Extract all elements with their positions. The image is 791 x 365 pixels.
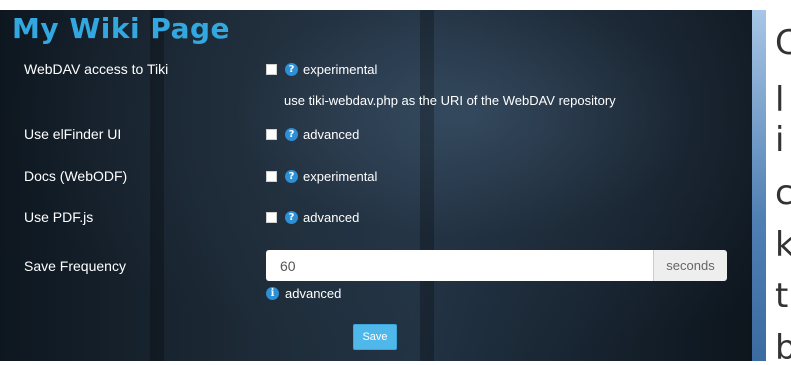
side-text-char: l <box>775 83 785 117</box>
elfinder-tag: advanced <box>303 127 360 142</box>
page-title: My Wiki Page <box>12 12 231 45</box>
side-text-char: k <box>775 228 791 262</box>
save-frequency-input[interactable] <box>266 250 653 281</box>
side-text-char: t <box>775 279 789 313</box>
docs-checkbox[interactable] <box>266 171 277 182</box>
help-icon[interactable]: ? <box>285 211 298 224</box>
help-icon[interactable]: ? <box>285 170 298 183</box>
save-button[interactable]: Save <box>353 324 397 350</box>
side-text-char: C <box>775 26 791 60</box>
seconds-addon: seconds <box>653 250 727 281</box>
webdav-label: WebDAV access to Tiki <box>24 61 169 77</box>
side-text-char: b <box>775 331 791 365</box>
save-frequency-group: seconds <box>266 250 727 281</box>
webdav-checkbox[interactable] <box>266 64 277 75</box>
elfinder-label: Use elFinder UI <box>24 126 122 142</box>
pdfjs-label: Use PDF.js <box>24 209 94 225</box>
side-text-char: c <box>775 176 791 210</box>
docs-tag: experimental <box>303 169 378 184</box>
elfinder-option: ? advanced <box>266 127 359 142</box>
pdfjs-tag: advanced <box>303 210 360 225</box>
webdav-hint: use tiki-webdav.php as the URI of the We… <box>284 93 616 108</box>
side-strip <box>752 10 766 361</box>
docs-label: Docs (WebODF) <box>24 168 128 184</box>
elfinder-checkbox[interactable] <box>266 129 277 140</box>
side-text-char: i <box>775 123 785 157</box>
webdav-tag: experimental <box>303 62 378 77</box>
save-frequency-info: i advanced <box>266 286 341 301</box>
docs-option: ? experimental <box>266 169 377 184</box>
info-icon[interactable]: i <box>266 287 279 300</box>
help-icon[interactable]: ? <box>285 63 298 76</box>
pdfjs-checkbox[interactable] <box>266 212 277 223</box>
help-icon[interactable]: ? <box>285 128 298 141</box>
save-frequency-label: Save Frequency <box>24 258 126 274</box>
save-frequency-tag: advanced <box>285 286 342 301</box>
webdav-option: ? experimental <box>266 62 377 77</box>
pdfjs-option: ? advanced <box>266 210 359 225</box>
background-beam <box>420 10 434 361</box>
